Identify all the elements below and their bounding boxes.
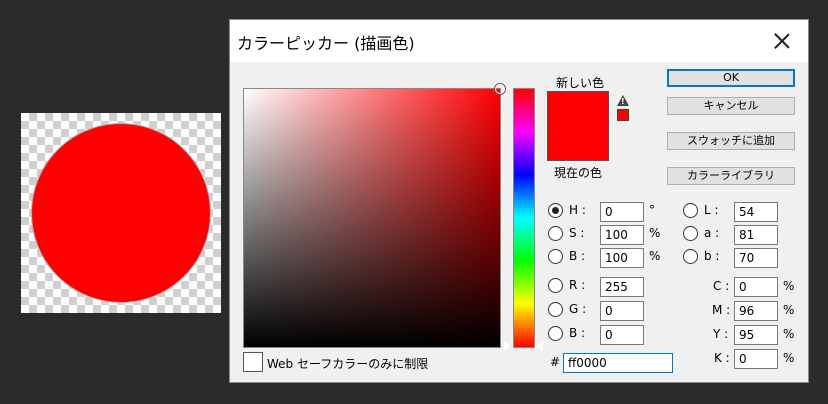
dialog-title: カラーピッカー (描画色) (237, 34, 415, 53)
m-label: M : (712, 303, 731, 317)
radio-s[interactable] (548, 226, 563, 241)
c-field[interactable]: 0 (734, 277, 778, 297)
radio-r[interactable] (548, 278, 563, 293)
k-unit: % (783, 351, 795, 365)
y-unit: % (783, 327, 795, 341)
hex-field[interactable]: ff0000 (563, 353, 673, 373)
radio-blue[interactable] (548, 326, 563, 341)
h-label: H : (569, 203, 586, 217)
a-field[interactable]: 81 (734, 225, 778, 245)
new-color-label: 新しい色 (556, 76, 605, 90)
blue-label: B : (569, 326, 586, 340)
hex-label: # (550, 355, 561, 369)
color-picker-marker[interactable] (495, 84, 505, 94)
g-label: G : (569, 302, 587, 316)
l-label: L : (704, 203, 719, 217)
web-safe-checkbox[interactable] (243, 352, 263, 372)
m-unit: % (783, 303, 795, 317)
radio-b[interactable] (548, 249, 563, 264)
hue-slider[interactable] (513, 88, 535, 348)
k-field[interactable]: 0 (734, 349, 778, 369)
blue-field[interactable]: 0 (600, 325, 644, 345)
s-unit: % (649, 226, 661, 240)
warning-glyph: ! (621, 97, 625, 106)
y-field[interactable]: 95 (734, 325, 778, 345)
ok-button[interactable]: OK (667, 69, 795, 87)
radio-lab-b[interactable] (683, 249, 698, 264)
close-icon[interactable] (765, 26, 799, 56)
c-unit: % (783, 279, 795, 293)
m-field[interactable]: 96 (734, 301, 778, 321)
current-color-label: 現在の色 (554, 166, 603, 180)
radio-l[interactable] (683, 203, 698, 218)
new-color-swatch (548, 92, 608, 126)
color-preview (547, 91, 609, 161)
cancel-button[interactable]: キャンセル (667, 97, 795, 115)
b-unit: % (649, 249, 661, 263)
dialog-titlebar[interactable]: カラーピッカー (描画色) (230, 20, 808, 62)
out-of-gamut-warning-icon[interactable]: ! (617, 95, 629, 106)
radio-h[interactable] (548, 203, 563, 218)
document-canvas[interactable] (21, 113, 221, 313)
k-label: K : (714, 351, 730, 365)
current-color-swatch[interactable] (548, 126, 608, 160)
hue-slider-handle-right[interactable] (536, 341, 543, 351)
radio-g[interactable] (548, 302, 563, 317)
color-libraries-button[interactable]: カラーライブラリ (667, 167, 795, 185)
lab-b-field[interactable]: 70 (734, 248, 778, 268)
add-to-swatches-button[interactable]: スウォッチに追加 (667, 132, 795, 150)
gamut-correction-swatch[interactable] (617, 109, 629, 121)
lab-b-label: b : (704, 249, 720, 263)
color-picker-dialog: カラーピッカー (描画色) 新しい色 現在の色 ! OK キャンセル スウォッチ… (229, 19, 809, 383)
y-label: Y : (713, 327, 729, 341)
h-unit: ° (649, 203, 655, 217)
radio-a[interactable] (683, 226, 698, 241)
hue-slider-handle-left[interactable] (504, 341, 511, 351)
r-field[interactable]: 255 (600, 277, 644, 297)
g-field[interactable]: 0 (600, 301, 644, 321)
s-label: S : (569, 226, 585, 240)
b-label: B : (569, 249, 586, 263)
c-label: C : (713, 279, 730, 293)
a-label: a : (704, 226, 720, 240)
s-field[interactable]: 100 (600, 225, 644, 245)
l-field[interactable]: 54 (734, 202, 778, 222)
saturation-brightness-field[interactable] (243, 84, 505, 348)
b-field[interactable]: 100 (600, 248, 644, 268)
red-circle-shape[interactable] (31, 123, 211, 303)
h-field[interactable]: 0 (600, 202, 644, 222)
web-safe-label: Web セーフカラーのみに制限 (267, 357, 429, 371)
r-label: R : (569, 278, 586, 292)
